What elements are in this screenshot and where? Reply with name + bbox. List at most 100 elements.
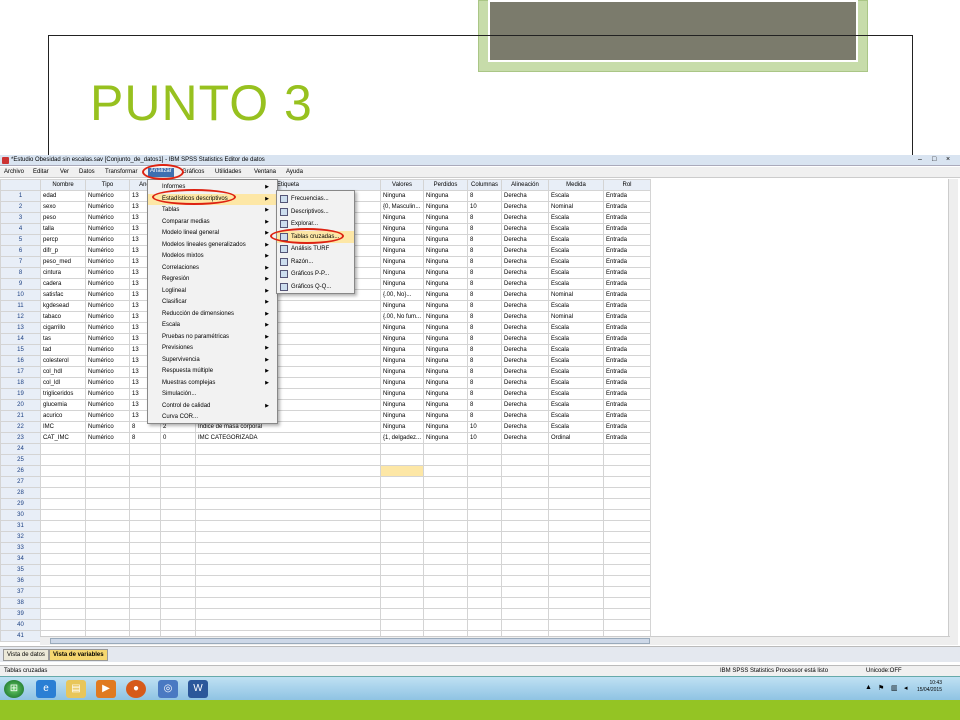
cell-alineacion[interactable]: Derecha xyxy=(501,333,549,345)
empty-cell[interactable] xyxy=(501,597,549,609)
cell-tipo[interactable]: Numérico xyxy=(85,212,130,224)
empty-cell[interactable] xyxy=(548,498,604,510)
empty-cell[interactable] xyxy=(501,619,549,631)
analyze-menu-item[interactable]: Reducción de dimensiones ▶ xyxy=(148,309,277,320)
empty-cell[interactable] xyxy=(380,564,424,576)
cell-nombre[interactable]: cigarrillo xyxy=(40,322,86,334)
empty-cell[interactable] xyxy=(423,619,468,631)
empty-cell[interactable] xyxy=(467,443,502,455)
cell-nombre[interactable]: tas xyxy=(40,333,86,345)
table-row[interactable]: 23 CAT_IMC Numérico 8 0 IMC CATEGORIZADA {1, d… xyxy=(0,432,651,444)
cell-decimales[interactable]: 0 xyxy=(160,432,196,444)
empty-cell[interactable] xyxy=(467,509,502,521)
row-number[interactable]: 30 xyxy=(0,509,41,521)
row-number[interactable]: 15 xyxy=(0,344,41,356)
row-number[interactable]: 8 xyxy=(0,267,41,279)
cell-medida[interactable]: Escala xyxy=(548,355,604,367)
empty-cell[interactable] xyxy=(501,443,549,455)
cell-medida[interactable]: Escala xyxy=(548,190,604,202)
empty-cell[interactable] xyxy=(467,520,502,532)
empty-cell[interactable] xyxy=(160,520,196,532)
empty-cell[interactable] xyxy=(423,443,468,455)
cell-alineacion[interactable]: Derecha xyxy=(501,311,549,323)
empty-cell[interactable] xyxy=(129,520,161,532)
analyze-menu-item[interactable]: Modelo lineal general ▶ xyxy=(148,228,277,239)
empty-cell[interactable] xyxy=(501,509,549,521)
empty-cell[interactable] xyxy=(603,553,651,565)
cell-columnas[interactable]: 8 xyxy=(467,278,502,290)
empty-cell[interactable] xyxy=(548,575,604,587)
cell-rol[interactable]: Entrada xyxy=(603,333,651,345)
cell-rol[interactable]: Entrada xyxy=(603,355,651,367)
col-header-nombre[interactable]: Nombre xyxy=(40,179,86,191)
tray-arrow-icon[interactable]: ▲ xyxy=(865,684,872,691)
cell-tipo[interactable]: Numérico xyxy=(85,190,130,202)
cell-perdidos[interactable]: Ninguna xyxy=(423,399,468,411)
empty-row[interactable]: 27 xyxy=(0,476,651,488)
menu-utilidades[interactable]: Utilidades xyxy=(215,169,241,175)
menu-transformar[interactable]: Transformar xyxy=(105,169,137,175)
empty-cell[interactable] xyxy=(501,564,549,576)
row-number[interactable]: 13 xyxy=(0,322,41,334)
empty-cell[interactable] xyxy=(129,476,161,488)
cell-columnas[interactable]: 8 xyxy=(467,344,502,356)
row-number[interactable]: 35 xyxy=(0,564,41,576)
empty-cell[interactable] xyxy=(380,509,424,521)
row-number[interactable]: 33 xyxy=(0,542,41,554)
empty-cell[interactable] xyxy=(423,476,468,488)
cell-valores[interactable]: Ninguna xyxy=(380,388,424,400)
empty-cell[interactable] xyxy=(380,608,424,620)
cell-medida[interactable]: Escala xyxy=(548,322,604,334)
cell-perdidos[interactable]: Ninguna xyxy=(423,388,468,400)
menu-ver[interactable]: Ver xyxy=(60,169,69,175)
empty-cell[interactable] xyxy=(603,520,651,532)
empty-cell[interactable] xyxy=(195,498,381,510)
cell-nombre[interactable]: cadera xyxy=(40,278,86,290)
empty-cell[interactable] xyxy=(160,498,196,510)
cell-valores[interactable]: {.00, No fum... xyxy=(380,311,424,323)
file-explorer-icon[interactable]: ▤ xyxy=(66,680,86,698)
cell-tipo[interactable]: Numérico xyxy=(85,377,130,389)
empty-cell[interactable] xyxy=(603,542,651,554)
empty-cell[interactable] xyxy=(423,498,468,510)
cell-columnas[interactable]: 8 xyxy=(467,267,502,279)
cell-columnas[interactable]: 8 xyxy=(467,322,502,334)
cell-valores[interactable]: Ninguna xyxy=(380,256,424,268)
cell-columnas[interactable]: 8 xyxy=(467,289,502,301)
empty-cell[interactable] xyxy=(380,597,424,609)
empty-cell[interactable] xyxy=(423,608,468,620)
start-orb-icon[interactable]: ⊞ xyxy=(4,680,24,698)
cell-perdidos[interactable]: Ninguna xyxy=(423,190,468,202)
empty-cell[interactable] xyxy=(380,487,424,499)
cell-alineacion[interactable]: Derecha xyxy=(501,399,549,411)
empty-cell[interactable] xyxy=(195,443,381,455)
col-header-valores[interactable]: Valores xyxy=(380,179,424,191)
cell-perdidos[interactable]: Ninguna xyxy=(423,410,468,422)
empty-cell[interactable] xyxy=(548,487,604,499)
empty-cell[interactable] xyxy=(423,564,468,576)
empty-cell[interactable] xyxy=(501,454,549,466)
cell-tipo[interactable]: Numérico xyxy=(85,421,130,433)
empty-cell[interactable] xyxy=(423,553,468,565)
cell-medida[interactable]: Escala xyxy=(548,245,604,257)
empty-cell[interactable] xyxy=(380,619,424,631)
cell-nombre[interactable]: CAT_IMC xyxy=(40,432,86,444)
cell-alineacion[interactable]: Derecha xyxy=(501,344,549,356)
empty-cell[interactable] xyxy=(40,575,86,587)
descriptives-menu-item[interactable]: Gráficos Q-Q... xyxy=(277,281,354,293)
empty-cell[interactable] xyxy=(603,586,651,598)
cell-perdidos[interactable]: Ninguna xyxy=(423,267,468,279)
cell-medida[interactable]: Escala xyxy=(548,234,604,246)
cell-perdidos[interactable]: Ninguna xyxy=(423,212,468,224)
cell-rol[interactable]: Entrada xyxy=(603,410,651,422)
empty-cell[interactable] xyxy=(40,465,86,477)
empty-cell[interactable] xyxy=(85,553,130,565)
analyze-menu-item[interactable]: Control de calidad ▶ xyxy=(148,401,277,412)
cell-alineacion[interactable]: Derecha xyxy=(501,355,549,367)
row-number[interactable]: 22 xyxy=(0,421,41,433)
cell-tipo[interactable]: Numérico xyxy=(85,245,130,257)
row-number[interactable]: 16 xyxy=(0,355,41,367)
empty-cell[interactable] xyxy=(160,597,196,609)
cell-alineacion[interactable]: Derecha xyxy=(501,300,549,312)
cell-valores[interactable]: Ninguna xyxy=(380,278,424,290)
